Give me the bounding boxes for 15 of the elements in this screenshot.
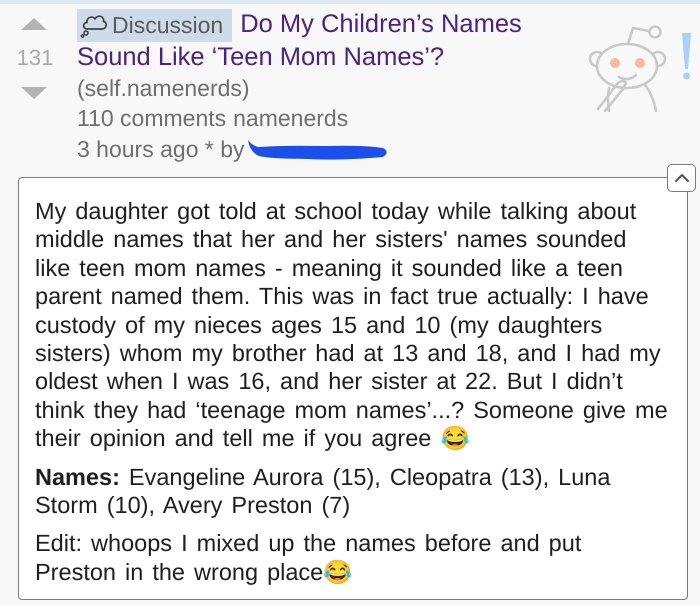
thought-bubble-icon (80, 13, 107, 38)
chevron-up-icon (674, 173, 690, 183)
post-byline: 3 hours ago * by (77, 135, 245, 164)
collapse-button[interactable] (667, 164, 696, 192)
post-body-paragraph: Edit: whoops I mixed up the names before and put Preston in the wrong place😂 (35, 529, 582, 586)
post-body-paragraph: Names: Evangeline Aurora (15), Cleopatra (13), Luna Storm (10), Avery Preston (7) (35, 462, 612, 520)
subreddit-link[interactable]: namenerds (233, 103, 348, 133)
comments-link[interactable]: 110 comments (77, 103, 226, 133)
flair-label: Discussion (112, 11, 224, 40)
score: 131 (16, 46, 54, 70)
post-title[interactable]: Discussion Do My Children’s Names Sound Like ‘Teen Mom Names’? (77, 9, 582, 73)
post-domain[interactable]: (self.namenerds) (77, 73, 250, 103)
downvote-arrow-icon[interactable] (21, 87, 47, 99)
upvote-arrow-icon[interactable] (21, 18, 47, 30)
post-body-paragraph: My daughter got told at school today while talking about middle names that her and her sisters' names sounded like teen mom names - meaning it sounded like a teen parent named them. This was in fact true actually: I have custody of my nieces ages 15 and 10 (my daughters sisters) whom my brother had at 13 and 18, and I had my oldest when I was 16, and her sister at 22. But I didn’t think they had ‘teenage mom names’...? Someone give me their opinion and tell me if you agree 😂 (35, 197, 668, 453)
